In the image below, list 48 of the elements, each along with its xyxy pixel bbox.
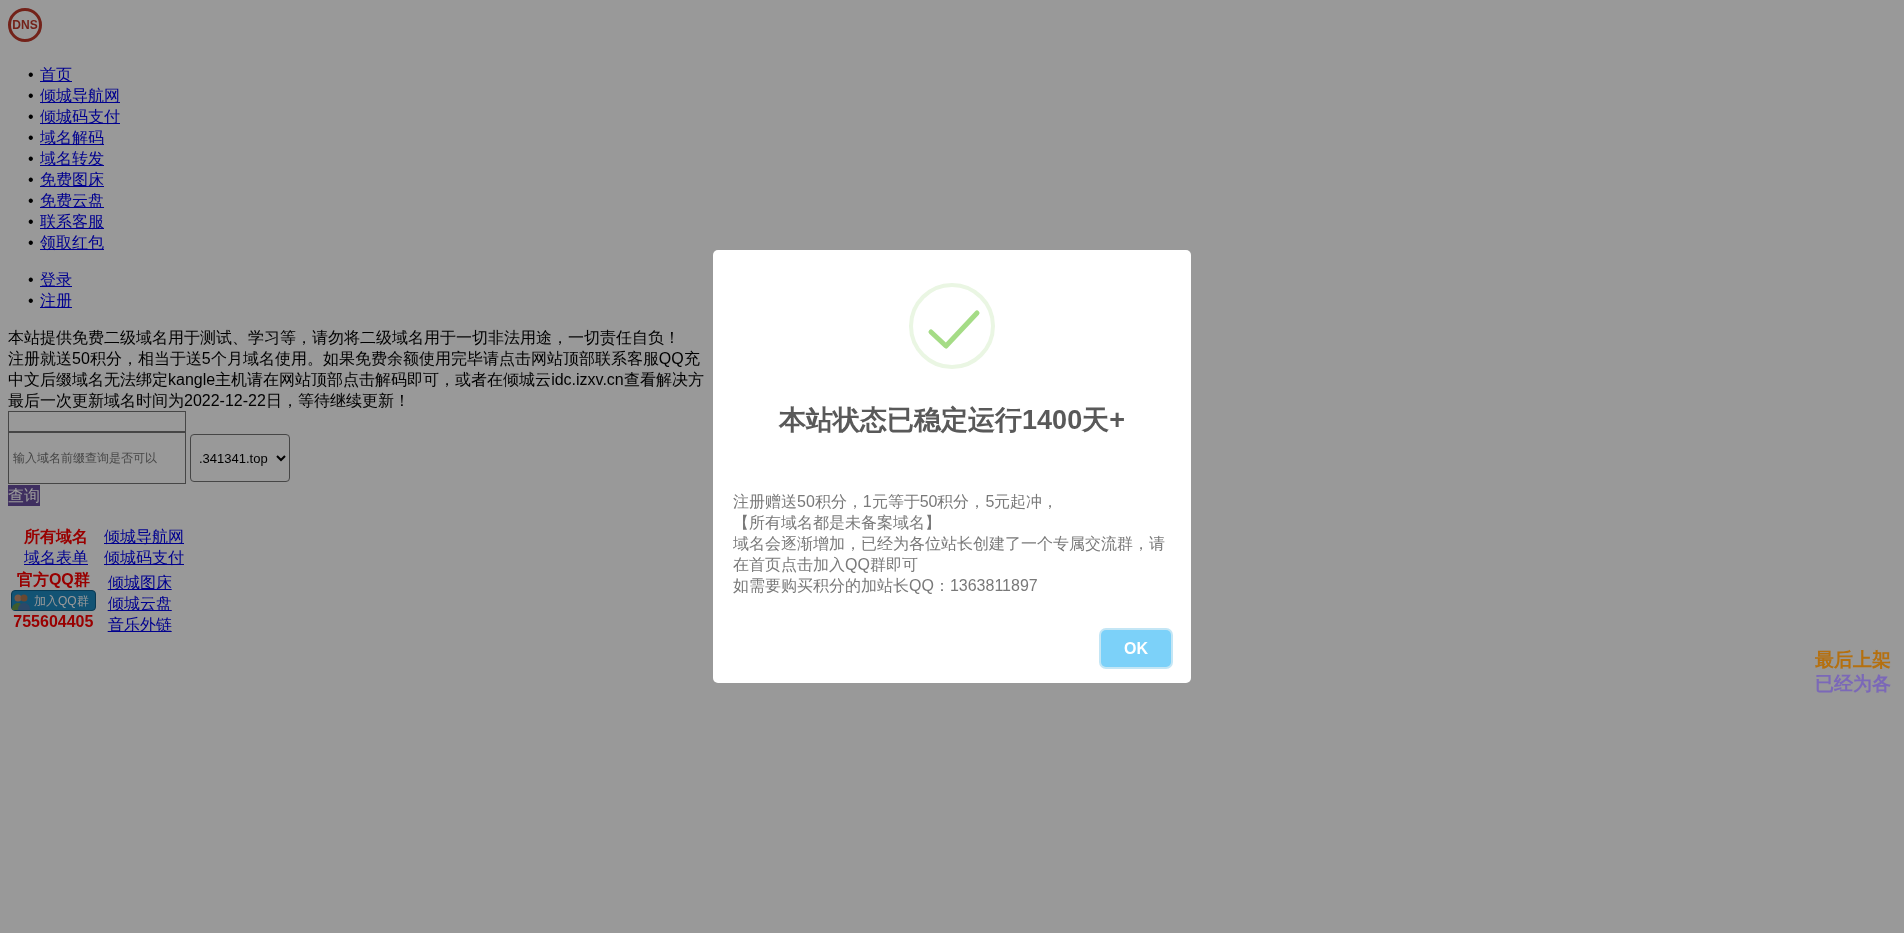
nav-link[interactable]: 免费图床 bbox=[40, 169, 104, 190]
notice-text: 本站提供免费二级域名用于测试、学习等，请勿将二级域名用于一切非法用途，一切责任自负！ bbox=[8, 328, 680, 348]
nav-link[interactable]: 域名解码 bbox=[40, 127, 104, 148]
join-qq-group-button[interactable]: 加入QQ群 bbox=[11, 590, 96, 611]
site-link[interactable]: 倾城导航网 bbox=[104, 526, 184, 547]
success-check-icon bbox=[908, 282, 996, 370]
nav-link[interactable]: 联系客服 bbox=[40, 211, 104, 232]
bullet: • bbox=[28, 191, 35, 211]
notice-text: 注册就送50积分，相当于送5个月域名使用。如果免费余额使用完毕请点击网站顶部联系客服QQ充 bbox=[8, 349, 700, 369]
account-link[interactable]: 注册 bbox=[40, 290, 72, 311]
nav-link[interactable]: 领取红包 bbox=[40, 232, 104, 253]
domain-prefix-field[interactable]: 输入域名前缀查询是否可以 bbox=[8, 432, 186, 484]
nav-link[interactable]: 倾城码支付 bbox=[40, 106, 120, 127]
bullet: • bbox=[28, 291, 35, 311]
bullet: • bbox=[28, 212, 35, 232]
dialog-text: 【所有域名都是未备案域名】 bbox=[733, 512, 942, 533]
bullet: • bbox=[28, 233, 35, 253]
dialog-text: 如需要购买积分的加站长QQ：1363811897 bbox=[733, 575, 1039, 596]
dialog-title: 本站状态已稳定运行1400天+ bbox=[779, 404, 1125, 437]
bullet: • bbox=[28, 107, 35, 127]
qq-group-number: 755604405 bbox=[13, 612, 94, 632]
site-link[interactable]: 倾城云盘 bbox=[107, 593, 172, 614]
qq-group-heading: 所有域名 bbox=[24, 527, 88, 547]
site-link[interactable]: 音乐外链 bbox=[107, 614, 172, 635]
bullet: • bbox=[28, 149, 35, 169]
bullet: • bbox=[28, 170, 35, 190]
nav-link[interactable]: 倾城导航网 bbox=[40, 85, 120, 106]
dialog-text: 域名会逐渐增加，已经为各位站长创建了一个专属交流群，请在首页点击加入QQ群即可 bbox=[733, 533, 1166, 575]
text-field[interactable] bbox=[8, 411, 186, 432]
nav-link[interactable]: 域名转发 bbox=[40, 148, 104, 169]
notice-text: 最后一次更新域名时间为2022-12-22日，等待继续更新！ bbox=[8, 391, 410, 411]
site-link[interactable]: 倾城图床 bbox=[107, 572, 172, 593]
bullet: • bbox=[28, 270, 35, 290]
dialog-text: 注册赠送50积分，1元等于50积分，5元起冲， bbox=[733, 491, 1060, 512]
nav-link[interactable]: 首页 bbox=[40, 64, 72, 85]
domain-suffix-select[interactable]: .341341.top bbox=[190, 434, 290, 482]
site-link[interactable]: 倾城码支付 bbox=[104, 547, 184, 568]
nav-link[interactable]: 免费云盘 bbox=[40, 190, 104, 211]
bullet: • bbox=[28, 65, 35, 85]
search-button[interactable]: 查询 bbox=[8, 485, 40, 506]
notice-text: 中文后缀域名无法绑定kangle主机请在网站顶部点击解码即可，或者在倾城云idc.izxv.cn查看解决方 bbox=[8, 370, 704, 390]
bullet: • bbox=[28, 128, 35, 148]
qq-group-heading: 官方QQ群 bbox=[16, 570, 90, 590]
bullet: • bbox=[28, 86, 35, 106]
domain-form-link[interactable]: 域名表单 bbox=[24, 547, 88, 568]
account-link[interactable]: 登录 bbox=[40, 269, 72, 290]
logo[interactable]: DNS bbox=[8, 8, 42, 42]
scrolling-text: 最后上架 bbox=[1815, 648, 1891, 672]
